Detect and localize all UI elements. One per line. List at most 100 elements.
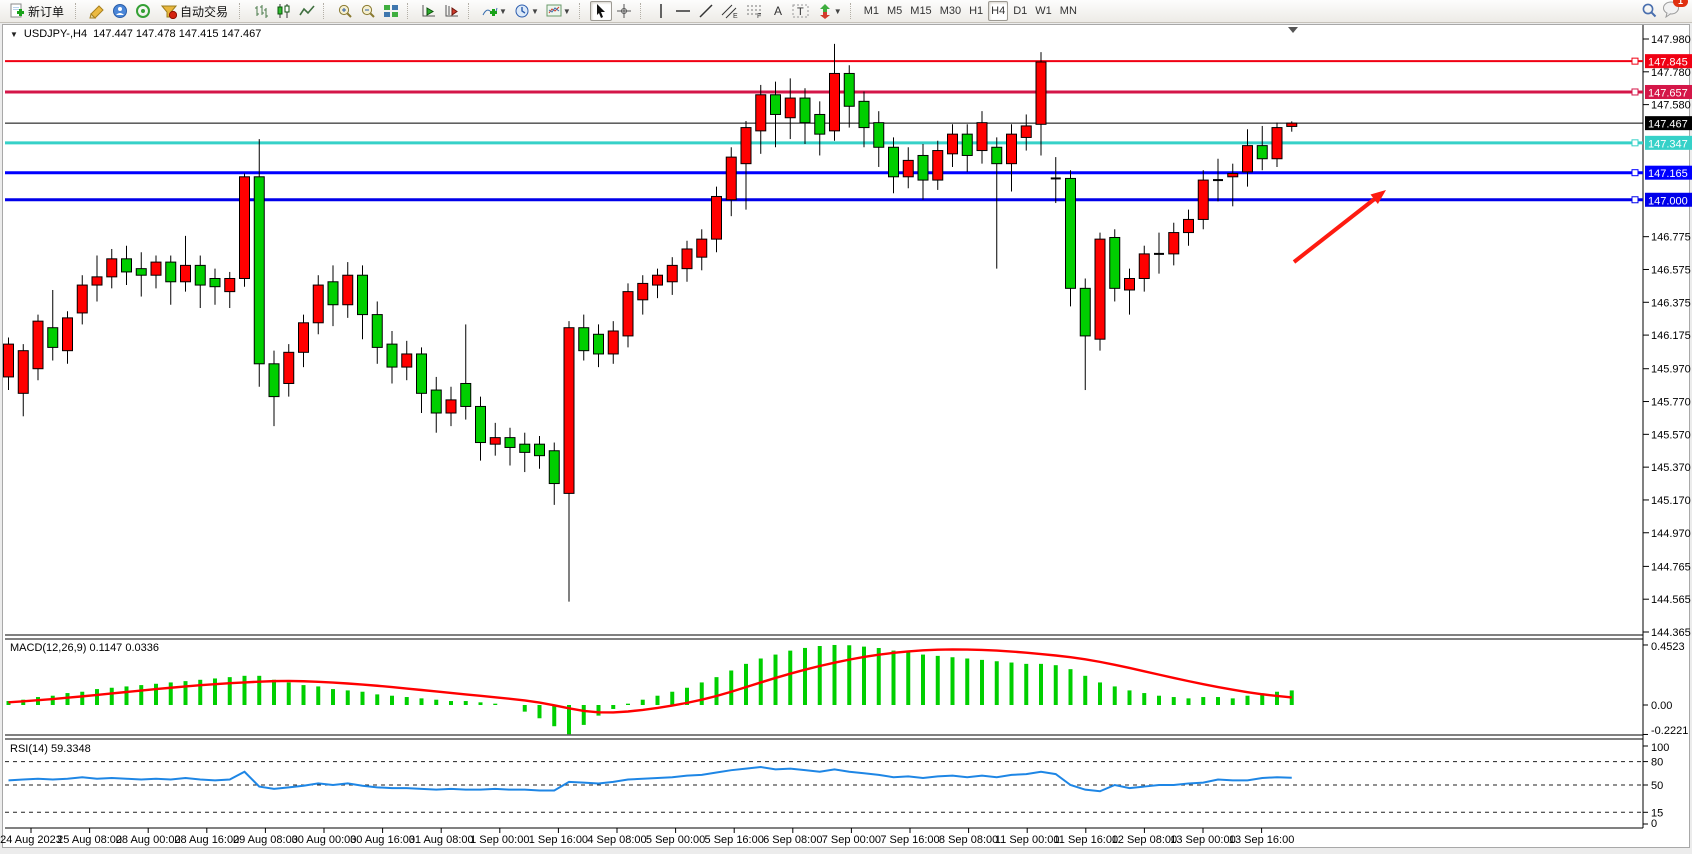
rsi-tick-label: 0	[1651, 818, 1657, 830]
new-order-button[interactable]: 新订单	[3, 1, 70, 21]
candle-bear	[136, 269, 146, 276]
zoom-in-icon	[337, 3, 353, 19]
timeframe-w1[interactable]: W1	[1032, 1, 1055, 21]
crayon-button[interactable]	[86, 1, 108, 21]
candle-bull	[1198, 180, 1208, 219]
price-tick-label: 145.770	[1651, 397, 1691, 409]
candle-bull	[1021, 126, 1031, 137]
line-handle[interactable]	[1632, 89, 1638, 95]
candle-bull	[18, 351, 28, 394]
arrows-tool[interactable]: ▼	[814, 1, 845, 21]
timeframe-m5[interactable]: M5	[884, 1, 905, 21]
dropdown-caret: ▼	[531, 7, 539, 16]
macd-indicator-label: MACD(12,26,9) 0.1147 0.0336	[10, 642, 159, 654]
candle-bull	[948, 134, 958, 154]
candle-bull	[564, 328, 574, 494]
timeframe-m30[interactable]: M30	[937, 1, 964, 21]
candlestick-chart-button[interactable]	[273, 1, 295, 21]
new-order-label: 新订单	[28, 3, 64, 20]
price-badge-label: 147.467	[1648, 119, 1688, 131]
candle-bull	[1228, 174, 1238, 177]
indicators-button[interactable]: ▼	[479, 1, 510, 21]
signal-button[interactable]	[132, 1, 154, 21]
collapse-icon[interactable]: ▼	[10, 30, 18, 39]
channel-tool[interactable]: E	[718, 1, 742, 21]
candle-bear	[387, 344, 397, 367]
time-tick-label: 12 Sep 08:00	[1112, 834, 1177, 846]
templates-button[interactable]: ▼	[543, 1, 574, 21]
autotrade-button[interactable]: 自动交易	[155, 1, 234, 21]
candle-bull	[1287, 123, 1297, 126]
crosshair-tool-button[interactable]	[613, 1, 635, 21]
candle-bear	[269, 364, 279, 397]
rsi-tick-label: 50	[1651, 780, 1663, 792]
candle-bull	[151, 262, 161, 275]
timeframe-m15[interactable]: M15	[907, 1, 934, 21]
toolbar-grip	[850, 3, 857, 19]
time-tick-label: 7 Sep 00:00	[822, 834, 881, 846]
time-tick-label: 5 Sep 00:00	[646, 834, 705, 846]
candle-bull	[1095, 239, 1105, 339]
candle-bear	[122, 259, 132, 272]
clock-icon	[514, 3, 530, 19]
horizontal-line-tool[interactable]	[672, 1, 694, 21]
timeframe-h4[interactable]: H4	[988, 1, 1008, 21]
candle-bull	[107, 259, 117, 277]
time-tick-label: 6 Sep 08:00	[763, 834, 822, 846]
candle-bull	[1007, 134, 1017, 164]
notification-badge: 1	[1673, 0, 1688, 7]
candle-bear	[800, 98, 810, 123]
text-icon: A	[771, 3, 785, 19]
bar-chart-button[interactable]	[250, 1, 272, 21]
community-button[interactable]	[109, 1, 131, 21]
price-tick-label: 144.970	[1651, 528, 1691, 540]
fibonacci-tool[interactable]: F	[743, 1, 767, 21]
zoom-out-button[interactable]	[357, 1, 379, 21]
trendline-icon	[698, 3, 714, 19]
timeframe-m1[interactable]: M1	[861, 1, 882, 21]
candle-bull	[1139, 254, 1149, 279]
candle-bull	[299, 323, 309, 353]
candle-bear	[166, 262, 176, 282]
periods-button[interactable]: ▼	[511, 1, 542, 21]
search-button[interactable]	[1637, 1, 1661, 21]
tile-windows-icon	[383, 3, 399, 19]
cursor-tool-button[interactable]	[590, 1, 612, 21]
dropdown-caret: ▼	[834, 7, 842, 16]
notifications[interactable]: 1	[1662, 0, 1682, 23]
toolbar-grip	[323, 3, 330, 19]
candle-bull	[1243, 146, 1253, 172]
timeframe-h1[interactable]: H1	[966, 1, 986, 21]
line-chart-button[interactable]	[296, 1, 318, 21]
candle-bull	[77, 285, 87, 313]
candle-bull	[653, 275, 663, 285]
candle-bull	[33, 321, 43, 369]
candle-bull	[240, 177, 250, 279]
candle-bear	[210, 278, 220, 286]
text-label-tool[interactable]: T	[789, 1, 813, 21]
price-tick-label: 145.570	[1651, 429, 1691, 441]
timeframe-mn[interactable]: MN	[1057, 1, 1080, 21]
timeframe-d1[interactable]: D1	[1010, 1, 1030, 21]
chart-shift-marker[interactable]	[1288, 27, 1298, 33]
candle-bear	[549, 451, 559, 484]
price-tick-label: 146.775	[1651, 232, 1691, 244]
line-handle[interactable]	[1632, 170, 1638, 176]
chart-shift-button[interactable]	[441, 1, 463, 21]
tile-windows-button[interactable]	[380, 1, 402, 21]
trendline-tool[interactable]	[695, 1, 717, 21]
time-tick-label: 30 Aug 00:00	[292, 834, 357, 846]
toolbar-grip	[640, 3, 647, 19]
candle-bear	[1066, 178, 1076, 288]
line-handle[interactable]	[1632, 197, 1638, 203]
candle-bear	[417, 354, 427, 393]
auto-scroll-button[interactable]	[418, 1, 440, 21]
line-handle[interactable]	[1632, 140, 1638, 146]
vertical-line-tool[interactable]	[651, 1, 671, 21]
candle-bull	[756, 95, 766, 131]
zoom-in-button[interactable]	[334, 1, 356, 21]
text-tool[interactable]: A	[768, 1, 788, 21]
price-badge-label: 147.845	[1648, 57, 1688, 69]
candle-bear	[594, 334, 604, 354]
line-handle[interactable]	[1632, 58, 1638, 64]
